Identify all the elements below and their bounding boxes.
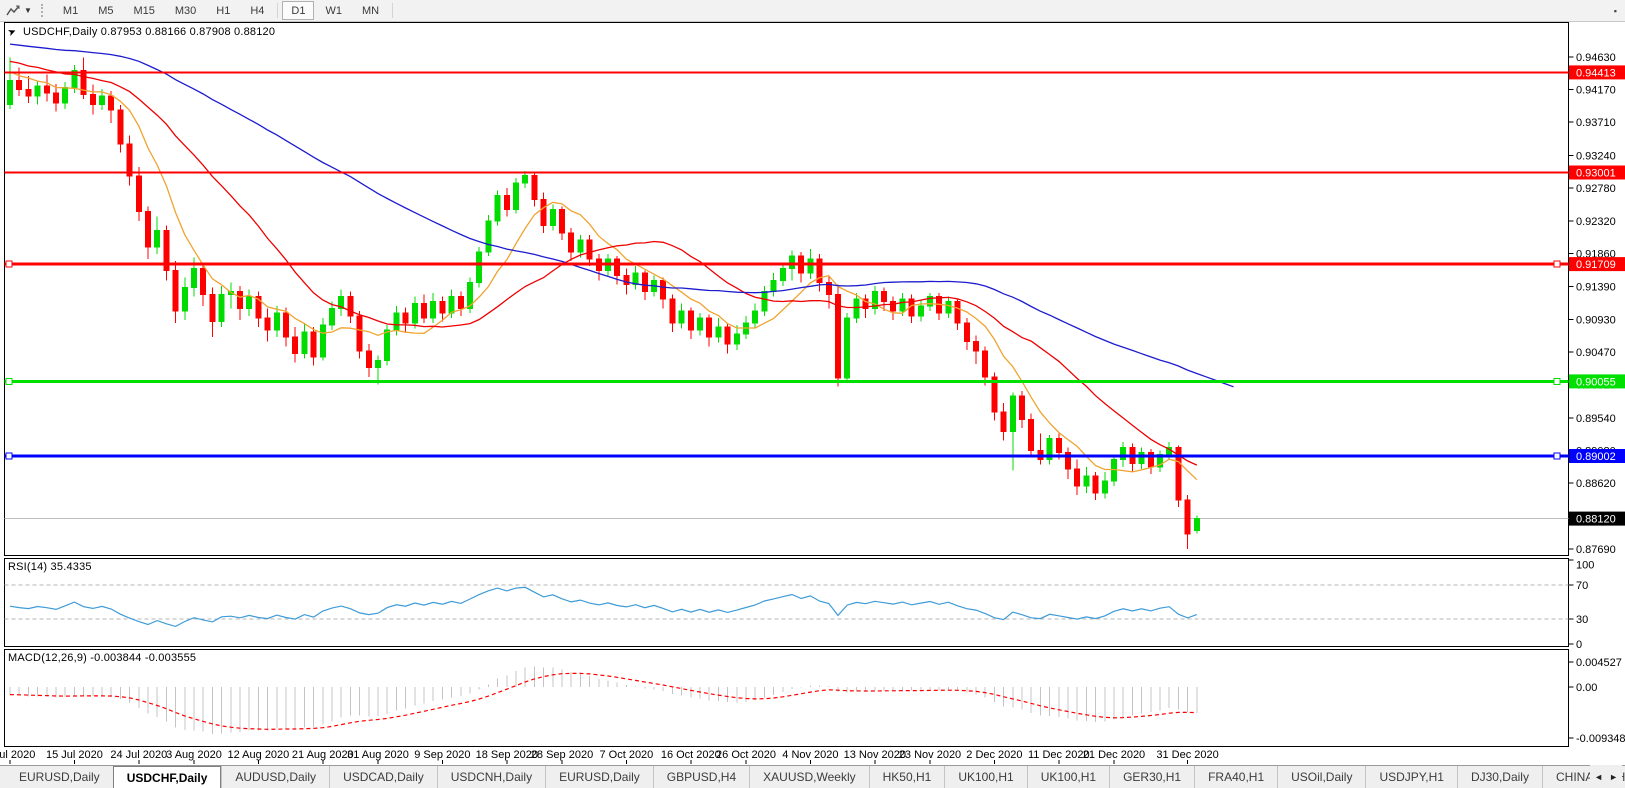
tab-uk100-h1-9[interactable]: UK100,H1: [944, 766, 1026, 788]
svg-text:13 Nov 2020: 13 Nov 2020: [844, 749, 906, 761]
tab-ger30-h1-11[interactable]: GER30,H1: [1109, 766, 1194, 788]
svg-text:0.93240: 0.93240: [1576, 151, 1616, 163]
date-axis[interactable]: 6 Jul 2020 15 Jul 2020 24 Jul 20203 Aug 20…: [0, 749, 1219, 764]
svg-text:0.92320: 0.92320: [1576, 216, 1616, 228]
svg-text:30: 30: [1576, 614, 1588, 626]
tab-hk50-h1-8[interactable]: HK50,H1: [869, 766, 945, 788]
svg-text:0.94630: 0.94630: [1576, 52, 1616, 64]
chevron-down-icon: ▼: [24, 6, 32, 15]
toolbar-overflow-icon[interactable]: ▪: [1614, 6, 1617, 16]
timeframe-button-h1[interactable]: H1: [207, 1, 239, 20]
svg-text:0.91390: 0.91390: [1576, 282, 1616, 294]
svg-text:26 Oct 2020: 26 Oct 2020: [716, 749, 776, 761]
timeframe-button-w1[interactable]: W1: [316, 1, 351, 20]
timeframe-button-m5[interactable]: M5: [89, 1, 122, 20]
svg-text:28 Sep 2020: 28 Sep 2020: [531, 749, 593, 761]
svg-text:0.90930: 0.90930: [1576, 314, 1616, 326]
tab-audusd-daily-2[interactable]: AUDUSD,Daily: [221, 766, 329, 788]
svg-text:-0.009348: -0.009348: [1576, 733, 1625, 745]
svg-text:16 Oct 2020: 16 Oct 2020: [661, 749, 721, 761]
tab-scroll-left-icon[interactable]: ◄: [1594, 772, 1603, 782]
timeframe-button-m30[interactable]: M30: [166, 1, 205, 20]
svg-text:0.89540: 0.89540: [1576, 413, 1616, 425]
tab-eurusd-daily-0[interactable]: EURUSD,Daily: [6, 766, 113, 788]
tab-xauusd-weekly-7[interactable]: XAUUSD,Weekly: [749, 766, 868, 788]
svg-text:23 Nov 2020: 23 Nov 2020: [899, 749, 961, 761]
pane-frames: [5, 23, 1569, 747]
svg-text:100: 100: [1576, 560, 1594, 572]
chart-title-ohlc: USDCHF,Daily 0.87953 0.88166 0.87908 0.8…: [23, 26, 275, 38]
tab-uk100-h1-10[interactable]: UK100,H1: [1027, 766, 1109, 788]
svg-text:21 Dec 2020: 21 Dec 2020: [1083, 749, 1145, 761]
tab-scroll-arrows: ◄ ►: [1590, 765, 1622, 788]
tab-eurusd-daily-5[interactable]: EURUSD,Daily: [545, 766, 653, 788]
tab-scroll-right-icon[interactable]: ►: [1609, 772, 1618, 782]
svg-text:0.90470: 0.90470: [1576, 347, 1616, 359]
tab-usdcnh-daily-4[interactable]: USDCNH,Daily: [437, 766, 545, 788]
svg-text:18 Sep 2020: 18 Sep 2020: [476, 749, 538, 761]
chart-tool-button[interactable]: ▼: [0, 0, 36, 21]
rsi-indicator-label: RSI(14) 35.4335: [8, 561, 92, 573]
svg-text:0.88120: 0.88120: [1576, 514, 1616, 526]
svg-text:2 Dec 2020: 2 Dec 2020: [966, 749, 1022, 761]
mt4-terminal: { "toolbar": { "timeframes": ["M1","M5",…: [0, 0, 1625, 788]
timeframe-button-d1[interactable]: D1: [282, 1, 314, 20]
macd-indicator-label: MACD(12,26,9) -0.003844 -0.003555: [8, 652, 196, 664]
price-scale[interactable]: 0.94630 0.94170 0.93710 0.93240 0.92780 0.923…: [1569, 52, 1616, 556]
chart-line-tool-icon: [6, 4, 22, 18]
timeframe-button-m15[interactable]: M15: [124, 1, 163, 20]
svg-text:6 Jul 2020: 6 Jul 2020: [0, 749, 35, 761]
svg-text:0.93001: 0.93001: [1576, 168, 1616, 180]
tab-usdcad-daily-3[interactable]: USDCAD,Daily: [329, 766, 437, 788]
tab-dj30-daily-15[interactable]: DJ30,Daily: [1457, 766, 1542, 788]
price-label-boxes: 0.94413 0.93001 0.91709 0.90055 0.89002 0.881…: [1569, 65, 1625, 525]
toolbar-separator: [277, 3, 278, 18]
svg-text:12 Aug 2020: 12 Aug 2020: [228, 749, 290, 761]
svg-text:0.89002: 0.89002: [1576, 451, 1616, 463]
svg-text:24 Jul 2020: 24 Jul 2020: [110, 749, 167, 761]
tab-usoil-daily-13[interactable]: USOil,Daily: [1277, 766, 1365, 788]
tab-usdjpy-h1-14[interactable]: USDJPY,H1: [1365, 766, 1456, 788]
svg-text:9 Sep 2020: 9 Sep 2020: [414, 749, 470, 761]
svg-text:0.92780: 0.92780: [1576, 183, 1616, 195]
svg-text:0.004527: 0.004527: [1576, 657, 1622, 669]
timeframe-buttons: M1M5M15M30H1H4 D1W1MN: [53, 0, 396, 21]
tab-gbpusd-h4-6[interactable]: GBPUSD,H4: [653, 766, 749, 788]
timeframe-button-m1[interactable]: M1: [54, 1, 87, 20]
tab-fra40-h1-12[interactable]: FRA40,H1: [1194, 766, 1277, 788]
svg-text:4 Nov 2020: 4 Nov 2020: [782, 749, 838, 761]
svg-text:0.93710: 0.93710: [1576, 117, 1616, 129]
timeframe-toolbar: ▼ M1M5M15M30H1H4 D1W1MN ▪: [0, 0, 1625, 22]
svg-text:0.91709: 0.91709: [1576, 259, 1616, 271]
svg-text:0: 0: [1576, 639, 1582, 651]
svg-text:0.90055: 0.90055: [1576, 376, 1616, 388]
svg-text:31 Aug 2020: 31 Aug 2020: [347, 749, 409, 761]
chart-canvas[interactable]: 0.94630 0.94170 0.93710 0.93240 0.92780 0.923…: [0, 0, 1625, 765]
svg-text:11 Dec 2020: 11 Dec 2020: [1028, 749, 1090, 761]
svg-text:7 Oct 2020: 7 Oct 2020: [599, 749, 653, 761]
svg-text:0.87690: 0.87690: [1576, 544, 1616, 556]
macd-pane: 0.004527 0.00 -0.009348: [1569, 657, 1625, 745]
svg-text:0.00: 0.00: [1576, 682, 1597, 694]
svg-text:3 Aug 2020: 3 Aug 2020: [166, 749, 222, 761]
svg-text:21 Aug 2020: 21 Aug 2020: [292, 749, 354, 761]
svg-text:0.88620: 0.88620: [1576, 478, 1616, 490]
svg-text:70: 70: [1576, 580, 1588, 592]
svg-text:31 Dec 2020: 31 Dec 2020: [1156, 749, 1218, 761]
svg-text:0.94170: 0.94170: [1576, 85, 1616, 97]
chart-tab-bar: EURUSD,DailyUSDCHF,DailyAUDUSD,DailyUSDC…: [0, 765, 1625, 788]
timeframe-button-h4[interactable]: H4: [241, 1, 273, 20]
toolbar-grip-handle[interactable]: [41, 4, 46, 17]
svg-text:0.94413: 0.94413: [1576, 67, 1616, 79]
timeframe-button-mn[interactable]: MN: [353, 1, 388, 20]
svg-text:15 Jul 2020: 15 Jul 2020: [46, 749, 103, 761]
toolbar-separator: [392, 3, 393, 18]
tab-usdchf-daily-1[interactable]: USDCHF,Daily: [113, 766, 222, 788]
